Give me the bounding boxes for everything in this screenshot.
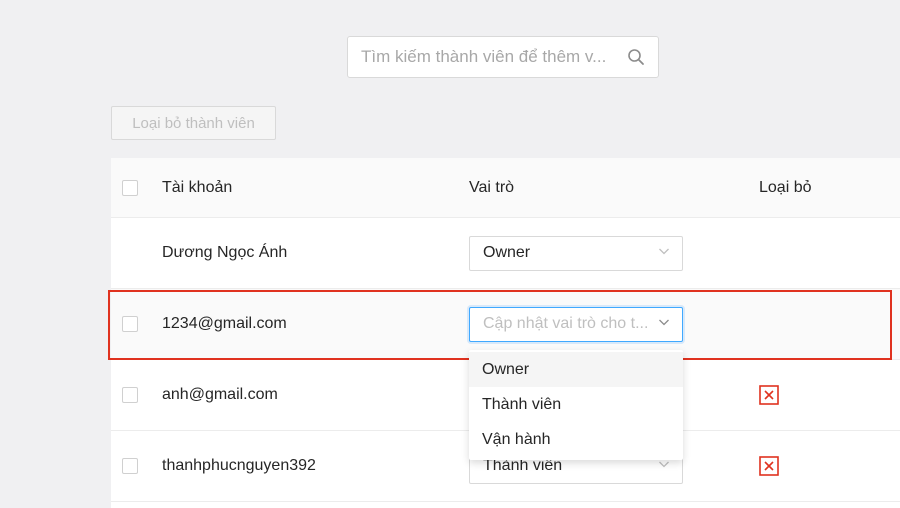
header-remove: Loại bỏ [759,178,812,196]
row-checkbox-cell [122,289,138,359]
account-name: thanhphucnguyen392 [162,457,316,474]
table-header: Tài khoản Vai trò Loại bỏ [111,158,900,218]
page: Loại bỏ thành viên Tài khoản Vai trò Loạ… [0,0,900,508]
remove-members-button[interactable]: Loại bỏ thành viên [111,106,276,140]
close-box-icon[interactable] [759,385,779,405]
remove-cell [759,431,779,501]
remove-cell [759,360,779,430]
row-checkbox[interactable] [122,316,138,332]
role-select[interactable]: Cập nhật vai trò cho t... [469,306,683,342]
header-role: Vai trò [469,178,515,196]
header-account: Tài khoản [162,178,233,196]
row-checkbox[interactable] [122,458,138,474]
account-name: 1234@gmail.com [162,315,287,332]
header-checkbox-cell [122,158,138,217]
role-cell: Cập nhật vai trò cho t... [469,289,683,359]
close-box-icon[interactable] [759,456,779,476]
role-cell: Owner [469,218,683,288]
member-search-input[interactable] [348,47,626,67]
dropdown-option-operator[interactable]: Vận hành [469,422,683,457]
account-name: anh@gmail.com [162,386,278,403]
select-all-checkbox[interactable] [122,179,138,196]
chevron-down-icon [659,319,669,326]
role-select[interactable]: Owner [469,235,683,271]
search-icon[interactable] [626,47,646,67]
dropdown-option-member[interactable]: Thành viên [469,387,683,422]
row-checkbox-cell [122,360,138,430]
account-name: Dương Ngọc Ánh [162,244,288,261]
chevron-down-icon [659,248,669,255]
member-search-box[interactable] [347,36,659,78]
table-row: Dương Ngọc Ánh Owner [111,218,900,289]
role-select-placeholder: Cập nhật vai trò cho t... [483,315,649,332]
row-checkbox[interactable] [122,387,138,403]
role-dropdown-menu: Owner Thành viên Vận hành [469,350,683,460]
dropdown-option-owner[interactable]: Owner [469,352,683,387]
row-checkbox-cell [122,431,138,501]
role-select-value: Owner [483,244,531,261]
